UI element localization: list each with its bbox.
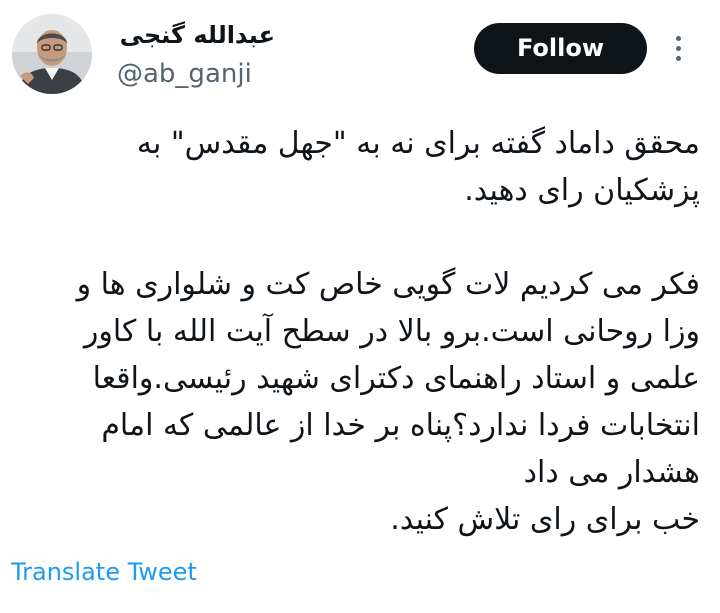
more-vertical-icon[interactable] xyxy=(666,32,690,66)
tweet-line: وزا روحانی است.برو بالا در سطح آیت الله … xyxy=(83,314,700,349)
tweet-line: محقق داماد گفته برای نه به "جهل مقدس" به xyxy=(136,126,700,161)
tweet-line: انتخابات فردا ندارد؟پناه بر خدا از عالمی… xyxy=(101,408,700,443)
tweet-line: پزشکیان رای دهید. xyxy=(464,173,700,208)
tweet-line: علمی و استاد راهنمای دکترای شهید رئیسی.و… xyxy=(92,361,700,396)
translate-tweet-link[interactable]: Translate Tweet xyxy=(11,556,197,588)
display-name[interactable]: عبدالله گنجی xyxy=(115,20,275,50)
user-handle[interactable]: @ab_ganji xyxy=(117,58,252,90)
tweet-line: خب برای رای تلاش کنید. xyxy=(390,502,700,537)
tweet-line: هشدار می داد xyxy=(523,455,700,490)
tweet-text: محقق داماد گفته برای نه به "جهل مقدس" به… xyxy=(10,120,700,543)
user-avatar-icon xyxy=(12,14,92,94)
tweet-line: فکر می کردیم لات گویی خاص کت و شلواری ها… xyxy=(76,267,700,302)
avatar[interactable] xyxy=(12,14,92,94)
follow-button[interactable]: Follow xyxy=(474,23,647,74)
tweet-card: عبدالله گنجی @ab_ganji Follow محقق داماد… xyxy=(0,0,720,613)
